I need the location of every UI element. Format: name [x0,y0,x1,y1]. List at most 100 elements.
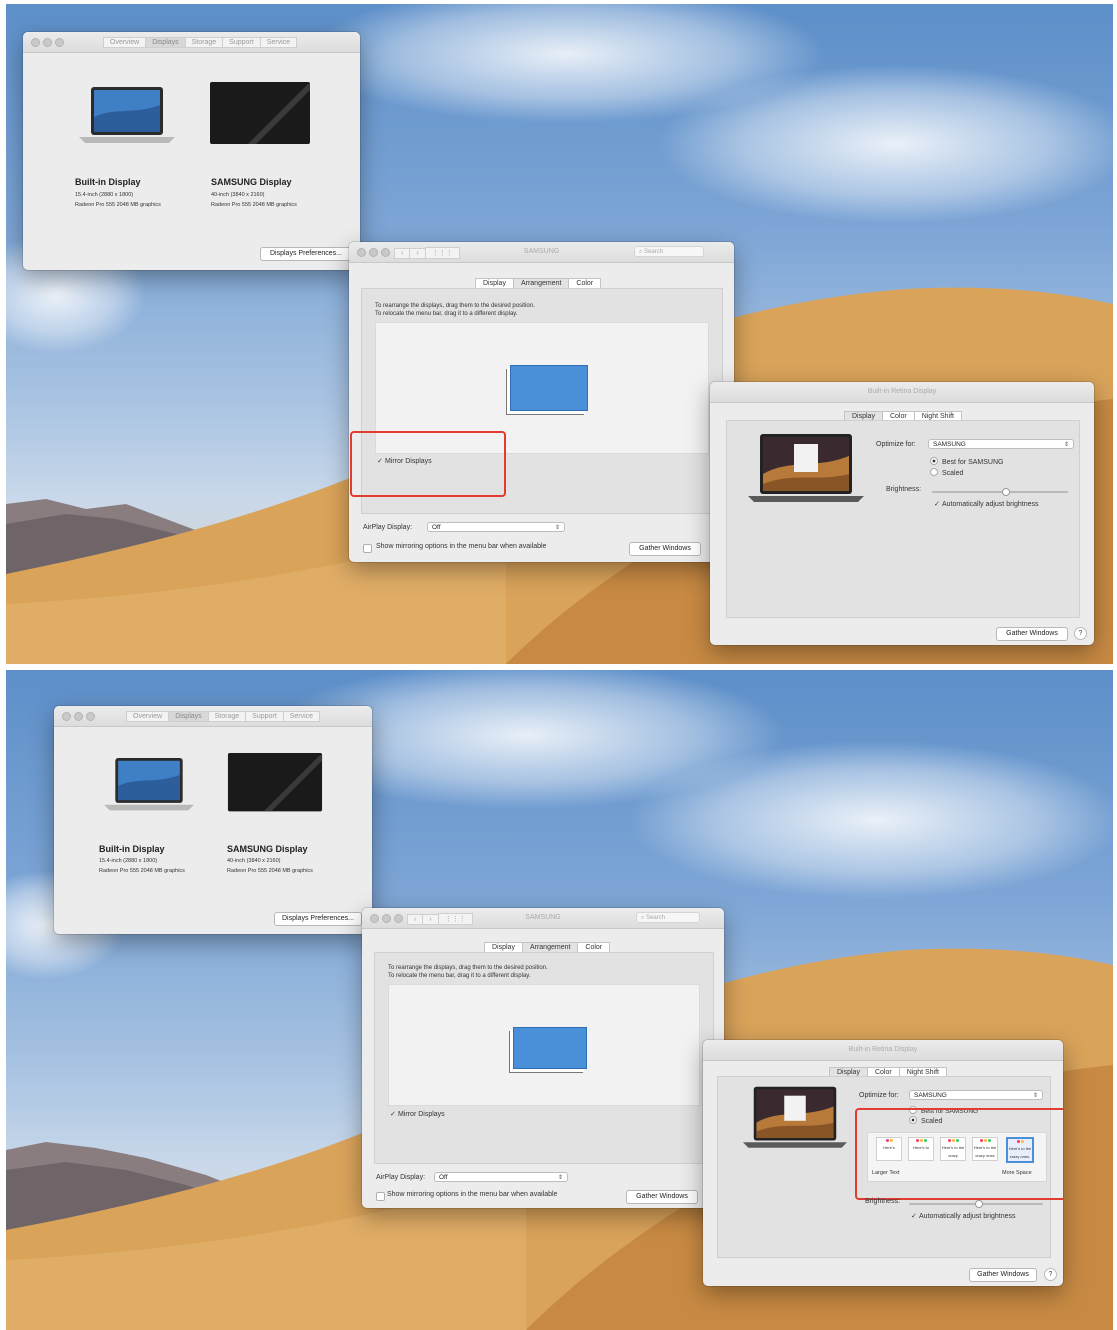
macbook-mojave-icon [743,1086,847,1148]
arrangement-instruction: To rearrange the displays, drag them to … [375,303,535,309]
radio-selected-icon [930,457,938,465]
display-graphics: Radeon Pro 555 2048 MB graphics [99,868,185,874]
highlight-box-mirror [350,431,506,497]
title-bar: ‹ › ⋮⋮⋮ SAMSUNG ⌕ Search [362,908,724,929]
about-this-mac-window: Overview Displays Storage Support Service Bu… [23,32,360,270]
display-name: SAMSUNG Display [211,177,292,187]
show-mirroring-label: Show mirroring options in the menu bar w… [376,543,547,550]
airplay-value: Off [439,1174,448,1181]
auto-brightness-checkbox[interactable]: ✓ Automatically adjust brightness [934,500,1039,508]
display-graphics: Radeon Pro 555 2048 MB graphics [211,202,297,208]
window-title: Built-in Retina Display [867,388,937,395]
zoom-button[interactable] [55,38,64,47]
tab-storage[interactable]: Storage [207,711,247,722]
airplay-label: AirPlay Display: [363,524,413,531]
help-button[interactable]: ? [1044,1268,1057,1281]
builtin-display-window: Built-in Retina Display Display Color Nigh… [710,382,1094,645]
brightness-slider[interactable] [932,491,1068,493]
brightness-slider-knob[interactable] [975,1200,983,1208]
title-bar: Overview Displays Storage Support Service [54,706,372,727]
macbook-icon [79,87,175,143]
search-icon: ⌕ [639,249,643,255]
auto-brightness-checkbox[interactable]: ✓ Automatically adjust brightness [911,1212,1016,1220]
select-arrows-icon: ⇕ [1032,1093,1038,1099]
display-name: Built-in Display [75,177,141,187]
display-graphics: Radeon Pro 555 2048 MB graphics [227,868,313,874]
zoom-button[interactable] [86,712,95,721]
minimize-button[interactable] [43,38,52,47]
search-field[interactable]: ⌕ Search [636,912,700,923]
airplay-select[interactable]: Off ⇕ [434,1172,568,1182]
radio-icon [930,468,938,476]
best-for-radio[interactable]: Best for SAMSUNG [930,457,1003,466]
close-button[interactable] [31,38,40,47]
tab-overview[interactable]: Overview [126,711,170,722]
title-bar: Overview Displays Storage Support Service [23,32,360,53]
tab-service[interactable]: Service [282,711,321,722]
arrangement-area[interactable] [388,984,700,1106]
screenshot-panel-bottom: Overview Displays Storage Support Service Bu… [6,670,1113,1330]
optimize-label: Optimize for: [876,441,916,448]
close-button[interactable] [62,712,71,721]
tab-displays[interactable]: Displays [145,37,186,48]
title-bar: ‹ › ⋮⋮⋮ SAMSUNG ⌕ Search [349,242,734,263]
show-mirroring-checkbox[interactable] [363,544,372,553]
optimize-value: SAMSUNG [914,1092,947,1099]
best-for-label: Best for SAMSUNG [942,459,1004,466]
optimize-select[interactable]: SAMSUNG ⇕ [928,439,1074,449]
macbook-mojave-icon [748,434,864,502]
select-arrows-icon: ⇕ [557,1175,563,1181]
samsung-display-window: ‹ › ⋮⋮⋮ SAMSUNG ⌕ Search Display Arrangemen… [349,242,734,562]
optimize-value: SAMSUNG [933,441,966,448]
auto-brightness-label: Automatically adjust brightness [942,501,1039,508]
screenshot-panel-top: Overview Displays Storage Support Service Bu… [6,4,1113,664]
airplay-value: Off [432,524,441,531]
tab-displays[interactable]: Displays [168,711,209,722]
about-tabs: Overview Displays Storage Support Service [126,711,321,722]
tab-service[interactable]: Service [259,37,298,48]
optimize-select[interactable]: SAMSUNG ⇕ [909,1090,1043,1100]
brightness-label: Brightness: [865,1198,901,1205]
macbook-icon [104,758,194,811]
minimize-button[interactable] [74,712,83,721]
mirror-displays-label: Mirror Displays [398,1111,445,1118]
search-field[interactable]: ⌕ Search [634,246,704,257]
search-icon: ⌕ [641,915,645,921]
about-tabs: Overview Displays Storage Support Service [103,37,298,48]
arrangement-instruction: To rearrange the displays, drag them to … [388,965,548,971]
gather-windows-button[interactable]: Gather Windows [629,542,701,556]
mirror-displays-checkbox[interactable]: ✓ Mirror Displays [390,1110,445,1118]
gather-windows-button[interactable]: Gather Windows [996,627,1068,641]
airplay-select[interactable]: Off ⇕ [427,522,565,532]
displays-preferences-button[interactable]: Displays Preferences... [274,912,362,926]
checkmark-icon: ✓ [911,1213,917,1220]
show-mirroring-checkbox[interactable] [376,1192,385,1201]
brightness-slider-knob[interactable] [1002,488,1010,496]
display-name: Built-in Display [99,844,165,854]
tab-support[interactable]: Support [222,37,261,48]
title-bar: Built-in Retina Display [710,382,1094,403]
help-button[interactable]: ? [1074,627,1087,640]
title-bar: Built-in Retina Display [703,1040,1063,1061]
checkmark-icon: ✓ [390,1111,396,1118]
scaled-radio[interactable]: Scaled [930,468,963,477]
external-monitor-icon [227,753,323,812]
arrangement-instruction: To relocate the menu bar, drag it to a d… [388,973,531,979]
checkmark-icon: ✓ [934,501,940,508]
gather-windows-button[interactable]: Gather Windows [626,1190,698,1204]
tab-support[interactable]: Support [245,711,284,722]
arrangement-display-samsung[interactable] [510,365,588,411]
external-monitor-icon [210,82,310,144]
window-controls [62,712,98,723]
brightness-label: Brightness: [886,486,922,493]
tab-storage[interactable]: Storage [184,37,224,48]
optimize-label: Optimize for: [859,1092,899,1099]
arrangement-display-samsung[interactable] [513,1027,587,1069]
window-title: Built-in Retina Display [848,1046,918,1053]
displays-preferences-button[interactable]: Displays Preferences... [260,247,352,261]
gather-windows-button[interactable]: Gather Windows [969,1268,1037,1282]
tab-overview[interactable]: Overview [103,37,147,48]
window-controls [31,38,67,49]
highlight-box-scaled [855,1108,1063,1200]
search-placeholder: Search [646,915,666,921]
